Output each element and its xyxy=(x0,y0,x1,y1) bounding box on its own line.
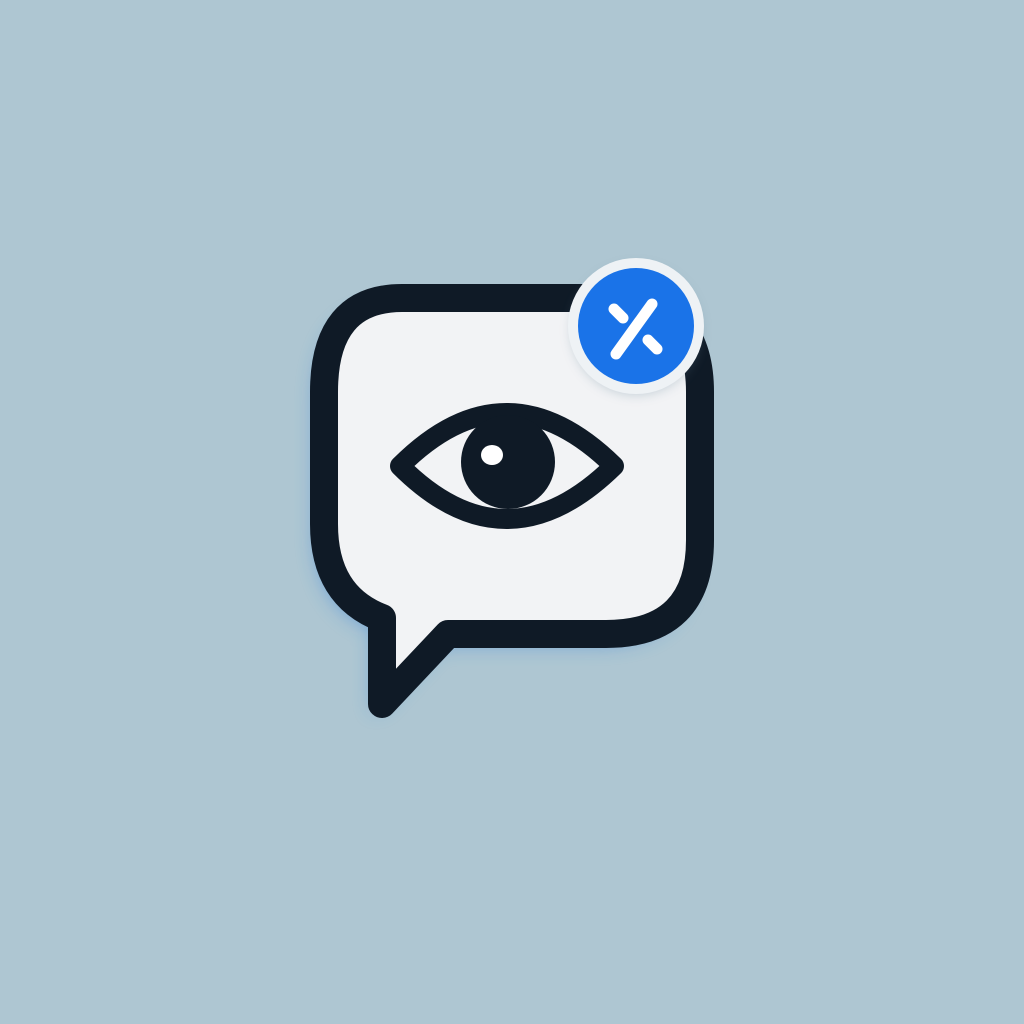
eye-pupil xyxy=(461,415,555,509)
canvas-background xyxy=(0,0,1024,1024)
eye-highlight xyxy=(481,445,503,465)
chat-eye-app-icon xyxy=(310,258,714,718)
percent-badge xyxy=(568,258,704,394)
